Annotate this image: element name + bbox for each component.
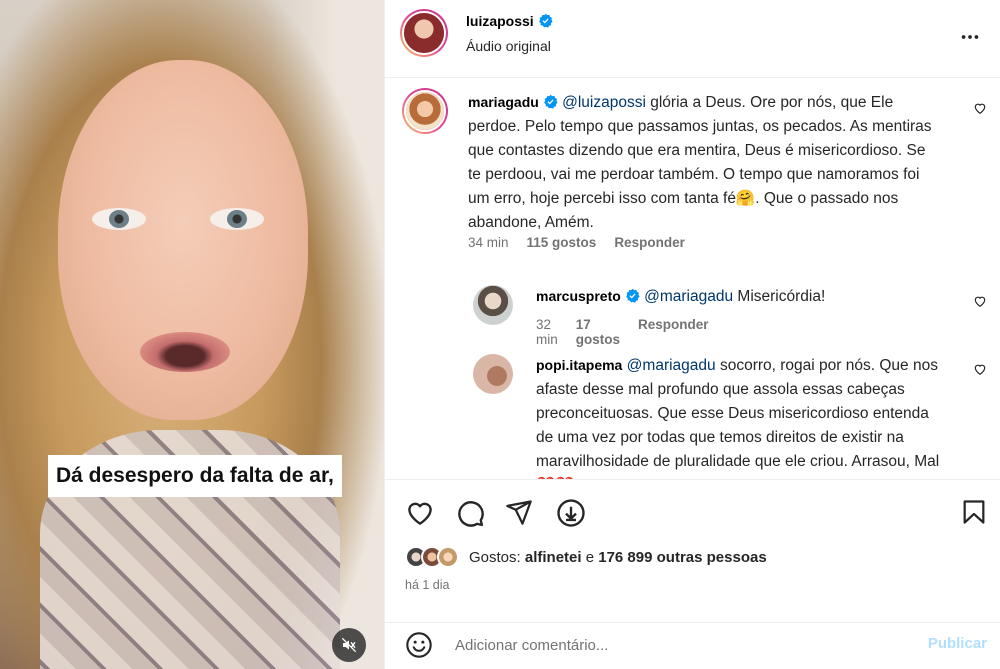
comment-time[interactable]: 32 min xyxy=(536,317,558,347)
verified-badge-icon xyxy=(543,94,558,109)
audio-label[interactable]: Áudio original xyxy=(466,38,551,54)
mention-link[interactable]: @mariagadu xyxy=(644,288,733,305)
verified-badge-icon xyxy=(625,288,640,303)
author-username[interactable]: luizapossi xyxy=(466,13,553,29)
likes-text: Gostos: alfinetei e 176 899 outras pesso… xyxy=(469,549,767,566)
comment-time[interactable]: 34 min xyxy=(468,235,509,250)
likes-others[interactable]: 176 899 outras pessoas xyxy=(598,549,766,566)
download-icon[interactable] xyxy=(556,498,586,528)
likes-connector: e xyxy=(581,548,599,566)
add-comment-bar: Publicar xyxy=(385,622,1000,669)
post-time[interactable]: há 1 dia xyxy=(405,578,449,592)
comment-text: marcuspreto @mariagadu Misericórdia! xyxy=(536,284,936,309)
post-actions: Gostos: alfinetei e 176 899 outras pesso… xyxy=(385,479,1000,629)
comment-text: popi.itapema @mariagadu socorro, rogai p… xyxy=(536,353,948,479)
speaker-muted-icon xyxy=(341,637,357,653)
liker-avatar xyxy=(437,546,459,568)
reel-video[interactable]: Dá desespero da falta de ar, xyxy=(0,0,384,669)
likes-prefix: Gostos: xyxy=(469,548,525,566)
avatar[interactable] xyxy=(400,9,448,57)
mouth xyxy=(140,332,230,372)
likes-summary[interactable]: Gostos: alfinetei e 176 899 outras pesso… xyxy=(405,546,767,568)
comments-list[interactable]: mariagadu @luizapossi glória a Deus. Ore… xyxy=(385,79,1000,479)
mute-button[interactable] xyxy=(332,628,366,662)
avatar[interactable] xyxy=(473,354,513,394)
like-comment-heart-icon[interactable] xyxy=(973,294,987,308)
video-caption: Dá desespero da falta de ar, xyxy=(48,455,342,497)
more-horizontal-icon[interactable] xyxy=(959,26,981,48)
author-username-text: luizapossi xyxy=(466,13,534,29)
comment-likes[interactable]: 115 gostos xyxy=(527,235,597,250)
like-comment-heart-icon[interactable] xyxy=(973,362,987,376)
avatar[interactable] xyxy=(473,285,513,325)
comment-username[interactable]: mariagadu xyxy=(468,94,539,110)
post-header: luizapossi Áudio original xyxy=(385,0,1000,78)
like-comment-heart-icon[interactable] xyxy=(973,101,987,115)
likes-first-user[interactable]: alfinetei xyxy=(525,549,582,566)
comment-body: glória a Deus. Ore por nós, que Ele perd… xyxy=(468,94,932,231)
share-icon[interactable] xyxy=(505,498,533,526)
avatar[interactable] xyxy=(402,88,448,134)
comment-text: mariagadu @luizapossi glória a Deus. Ore… xyxy=(468,90,936,235)
comment-username[interactable]: marcuspreto xyxy=(536,288,621,304)
verified-badge-icon xyxy=(538,13,553,28)
bookmark-icon[interactable] xyxy=(960,498,988,526)
comment-body: socorro, rogai por nós. Que nos afaste d… xyxy=(536,357,940,479)
comment-username[interactable]: popi.itapema xyxy=(536,357,622,373)
emoji-icon[interactable] xyxy=(405,631,433,659)
reply-button[interactable]: Responder xyxy=(638,317,709,347)
comment-input[interactable] xyxy=(455,633,895,657)
post-panel: luizapossi Áudio original mariagadu @lui… xyxy=(384,0,1000,669)
mention-link[interactable]: @mariagadu xyxy=(627,357,716,374)
comment-meta: 34 min 115 gostos Responder xyxy=(468,235,685,250)
right-eye xyxy=(210,208,264,230)
heart-icon[interactable] xyxy=(405,498,435,528)
comment-body: Misericórdia! xyxy=(733,288,826,305)
left-eye xyxy=(92,208,146,230)
comment-likes[interactable]: 17 gostos xyxy=(576,317,620,347)
comment-icon[interactable] xyxy=(455,498,485,528)
comment-meta: 32 min 17 gostos Responder xyxy=(536,317,709,347)
publish-button[interactable]: Publicar xyxy=(928,635,987,652)
mention-link[interactable]: @luizapossi xyxy=(562,94,646,111)
reply-button[interactable]: Responder xyxy=(614,235,685,250)
